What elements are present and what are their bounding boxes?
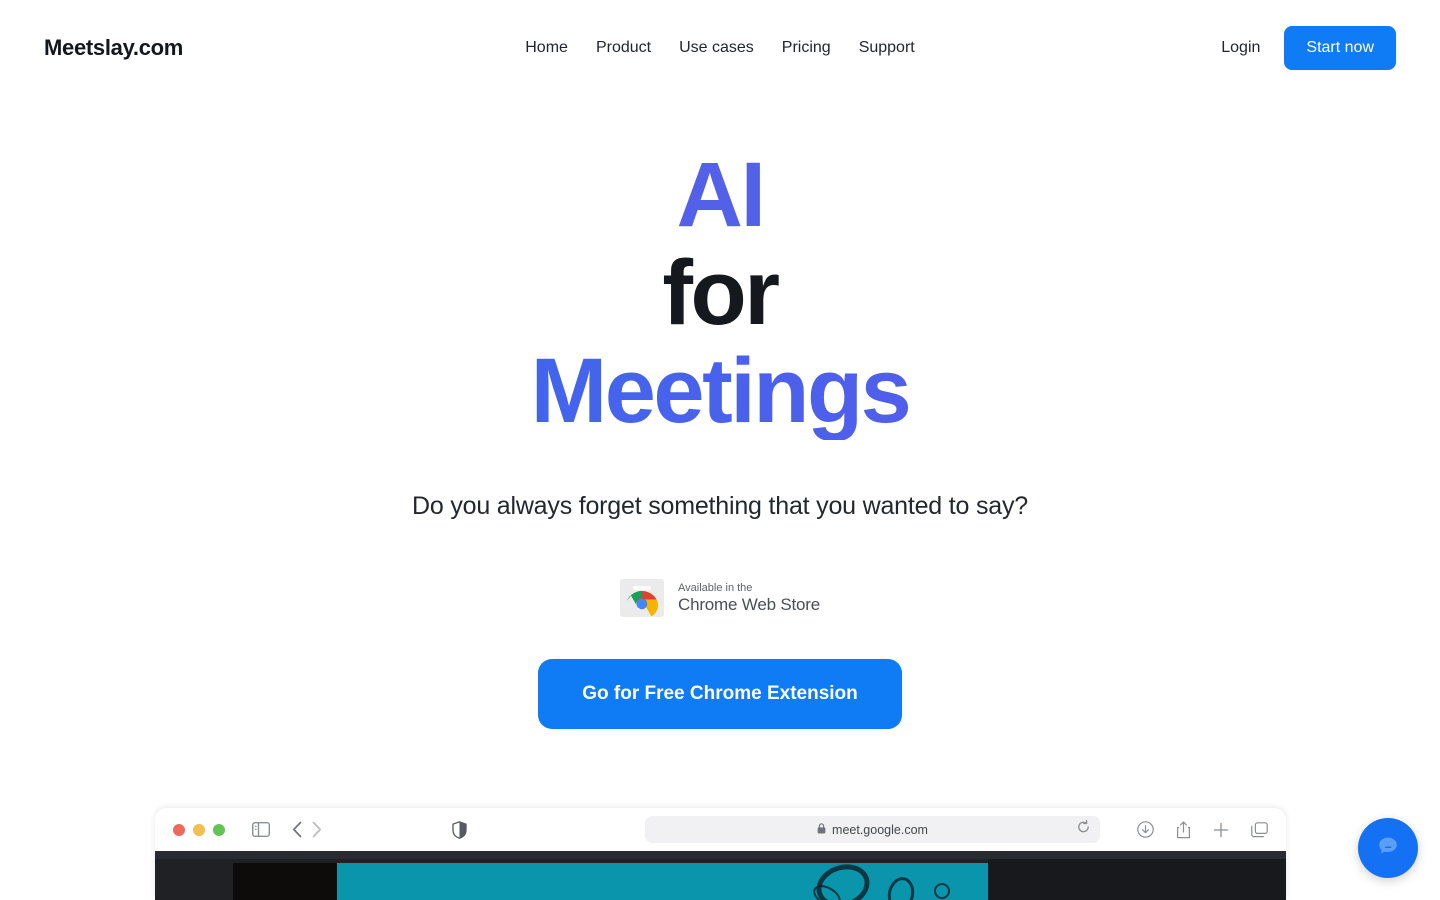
browser-mockup: meet.google.com	[155, 808, 1286, 900]
sidebar-toggle-icon[interactable]	[252, 822, 270, 837]
forward-icon[interactable]	[311, 821, 322, 838]
hero-subheadline: Do you always forget something that you …	[412, 492, 1028, 520]
badge-line-available: Available in the	[678, 581, 753, 594]
hero-section: AI for Meetings Do you always forget som…	[0, 96, 1440, 729]
free-chrome-extension-button[interactable]: Go for Free Chrome Extension	[538, 659, 902, 729]
badge-line-store: Chrome Web Store	[678, 594, 820, 614]
hero-headline: AI for Meetings	[0, 146, 1440, 440]
meet-topbar	[155, 851, 1286, 859]
chat-bubble-icon	[1375, 833, 1401, 864]
new-tab-icon[interactable]	[1213, 822, 1229, 838]
chrome-web-store-badge[interactable]: Available in the Chrome Web Store	[620, 579, 820, 617]
google-meet-stage: Chrome Extension Meetslay	[155, 851, 1286, 900]
video-artwork-shape	[934, 883, 950, 899]
participant-tile-dark	[233, 863, 337, 900]
maximize-window-dot[interactable]	[213, 823, 225, 836]
browser-toolbar: meet.google.com	[155, 808, 1286, 851]
nav-item-home[interactable]: Home	[525, 39, 568, 57]
window-traffic-lights	[173, 823, 225, 836]
participant-tile-main	[337, 863, 988, 900]
meet-left-panel	[155, 859, 233, 900]
browser-toolbar-actions	[1137, 820, 1268, 839]
close-window-dot[interactable]	[173, 823, 185, 836]
meet-right-panel	[988, 859, 1286, 900]
shield-icon[interactable]	[452, 820, 467, 839]
headline-line-ai: AI	[0, 146, 1440, 244]
chrome-logo-icon	[620, 579, 664, 617]
nav-item-product[interactable]: Product	[596, 39, 651, 57]
address-bar[interactable]: meet.google.com	[645, 816, 1100, 843]
nav-item-use-cases[interactable]: Use cases	[679, 39, 754, 57]
lock-icon	[817, 821, 826, 839]
start-now-button[interactable]: Start now	[1284, 26, 1396, 70]
hero-cta-wrap: Go for Free Chrome Extension	[0, 659, 1440, 729]
tab-overview-icon[interactable]	[1251, 821, 1268, 838]
chrome-web-store-text: Available in the Chrome Web Store	[678, 582, 820, 614]
back-icon[interactable]	[292, 821, 303, 838]
site-header: Meetslay.com Home Product Use cases Pric…	[0, 0, 1440, 96]
video-artwork-shape	[884, 874, 918, 900]
nav-item-pricing[interactable]: Pricing	[782, 39, 831, 57]
navigation-arrows	[292, 821, 322, 838]
address-url-text: meet.google.com	[832, 822, 928, 837]
nav-item-support[interactable]: Support	[859, 39, 915, 57]
chat-widget-button[interactable]	[1358, 818, 1418, 878]
download-icon[interactable]	[1137, 821, 1154, 838]
share-icon[interactable]	[1176, 820, 1191, 839]
login-link[interactable]: Login	[1221, 39, 1260, 57]
address-content: meet.google.com	[817, 821, 928, 839]
minimize-window-dot[interactable]	[193, 823, 205, 836]
headline-line-meetings: Meetings	[0, 342, 1440, 440]
header-actions: Login Start now	[1221, 26, 1396, 70]
reload-icon[interactable]	[1077, 819, 1090, 839]
headline-line-for: for	[662, 242, 780, 344]
